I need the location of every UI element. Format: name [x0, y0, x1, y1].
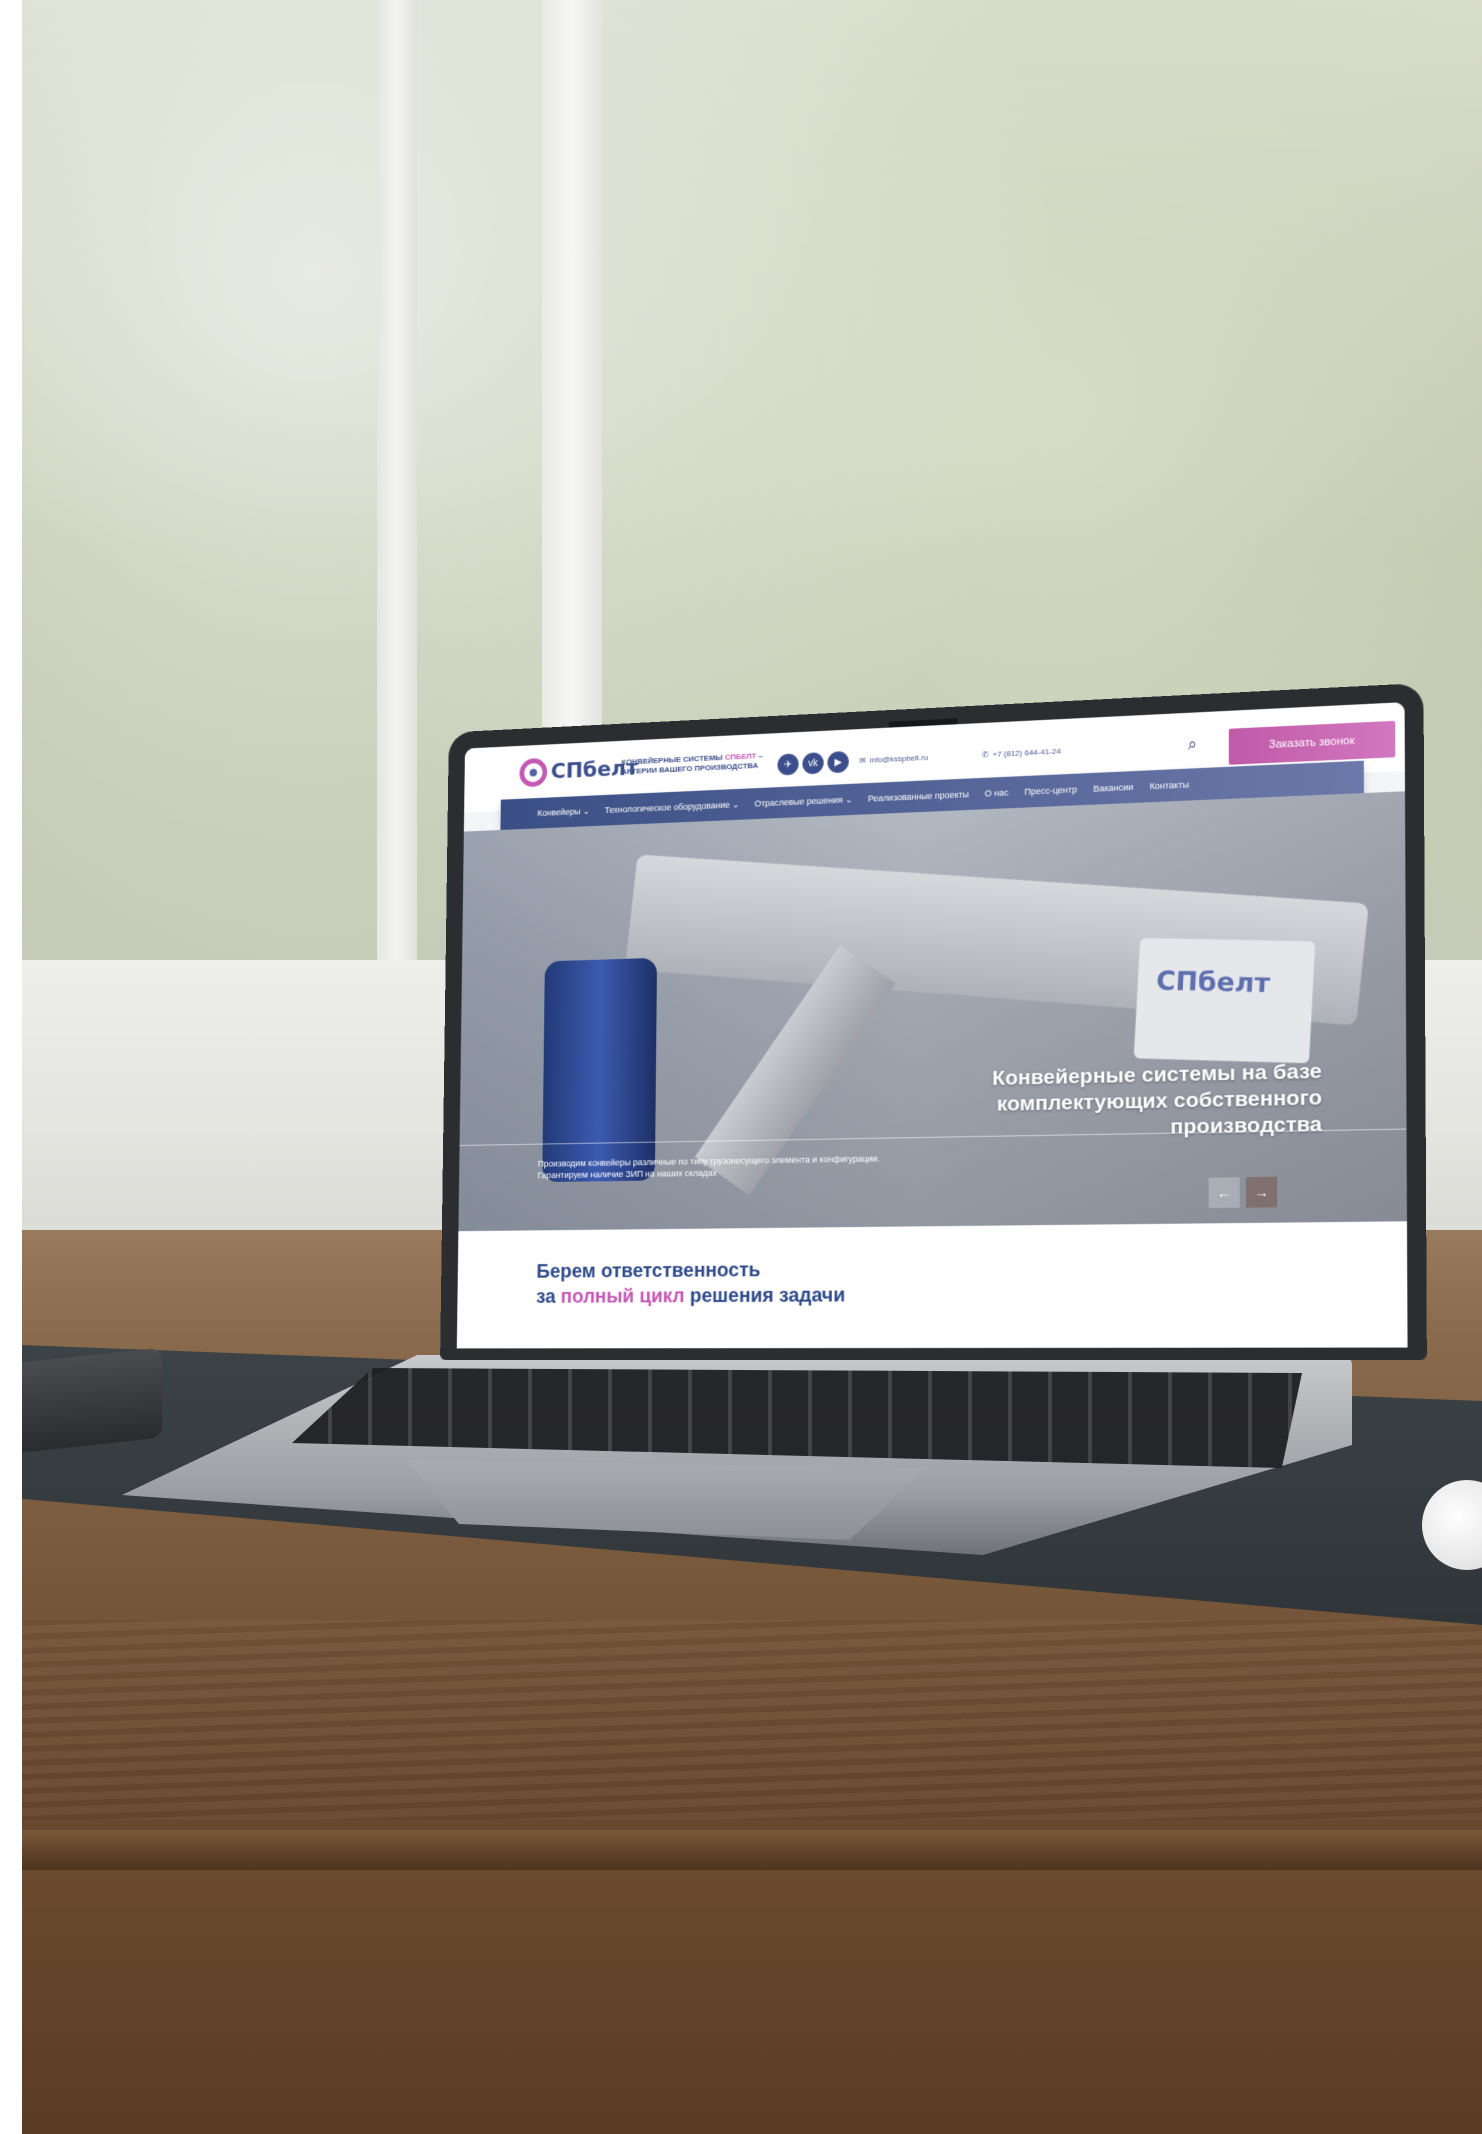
hero-subtitle: Производим конвейеры различные по типу г…	[537, 1153, 880, 1181]
email-contact[interactable]: ✉ info@ksspbelt.ru	[859, 753, 928, 765]
responsibility-section: Берем ответственность за полный цикл реш…	[456, 1221, 1408, 1349]
prev-arrow-icon[interactable]: ←	[1208, 1177, 1240, 1209]
line2-suffix: решения задачи	[684, 1284, 846, 1308]
callback-button[interactable]: Заказать звонок	[1228, 720, 1396, 765]
logo-icon	[519, 757, 548, 788]
hero-slider: СПбелт Конвейерные системы на базе компл…	[458, 791, 1407, 1232]
nav-item-conveyors[interactable]: Конвейеры ⌄	[537, 806, 589, 819]
hero-title: Конвейерные системы на базе комплектующи…	[992, 1059, 1323, 1139]
nav-item-industry-solutions[interactable]: Отраслевые решения ⌄	[754, 794, 852, 809]
nav-item-press[interactable]: Пресс-центр	[1024, 785, 1077, 797]
phone-contact[interactable]: ✆ +7 (812) 644-41-24	[982, 747, 1061, 760]
nav-item-projects[interactable]: Реализованные проекты	[868, 789, 969, 803]
video-icon[interactable]: ▶	[827, 750, 849, 774]
vk-icon[interactable]: vk	[802, 752, 824, 775]
desk-front	[22, 1870, 1482, 2134]
next-arrow-icon[interactable]: →	[1245, 1176, 1278, 1208]
nav-item-tech-equipment[interactable]: Технологическое оборудование ⌄	[605, 799, 740, 815]
tablet-device	[22, 1347, 162, 1453]
section-title-line2: за полный цикл решения задачи	[536, 1283, 845, 1310]
nav-item-vacancies[interactable]: Вакансии	[1093, 782, 1133, 794]
slider-controls: ← →	[1208, 1176, 1278, 1209]
motor-image	[542, 957, 658, 1183]
email-text: info@ksspbelt.ru	[869, 753, 929, 765]
desk-grain	[22, 1620, 1482, 1820]
search-icon[interactable]: ⌕	[1188, 736, 1197, 754]
tagline-brand: СПБЕЛТ	[724, 751, 757, 762]
line2-accent: полный цикл	[560, 1285, 685, 1308]
mail-icon: ✉	[859, 755, 866, 766]
brand-plate: СПбелт	[1133, 937, 1316, 1064]
laptop-lid: СПбелт КОНВЕЙЕРНЫЕ СИСТЕМЫ СПБЕЛТ – АРТЕ…	[440, 682, 1427, 1360]
nav-item-contacts[interactable]: Контакты	[1150, 780, 1190, 792]
photo-scene: СПбелт КОНВЕЙЕРНЫЕ СИСТЕМЫ СПБЕЛТ – АРТЕ…	[22, 0, 1482, 2134]
phone-icon: ✆	[981, 750, 989, 760]
section-title: Берем ответственность за полный цикл реш…	[536, 1257, 845, 1310]
telegram-icon[interactable]: ✈	[777, 753, 799, 776]
laptop-screen: СПбелт КОНВЕЙЕРНЫЕ СИСТЕМЫ СПБЕЛТ – АРТЕ…	[456, 702, 1408, 1349]
phone-text: +7 (812) 644-41-24	[992, 746, 1061, 759]
section-title-line1: Берем ответственность	[536, 1259, 761, 1283]
desk-edge	[22, 1830, 1482, 1870]
plate-logo: СПбелт	[1155, 966, 1271, 1000]
line2-prefix: за	[536, 1286, 561, 1308]
site-tagline: КОНВЕЙЕРНЫЕ СИСТЕМЫ СПБЕЛТ – АРТЕРИИ ВАШ…	[621, 751, 763, 777]
social-links: ✈ vk ▶	[777, 750, 849, 776]
site-logo[interactable]: СПбелт	[519, 753, 638, 788]
nav-item-about[interactable]: О нас	[985, 788, 1009, 799]
